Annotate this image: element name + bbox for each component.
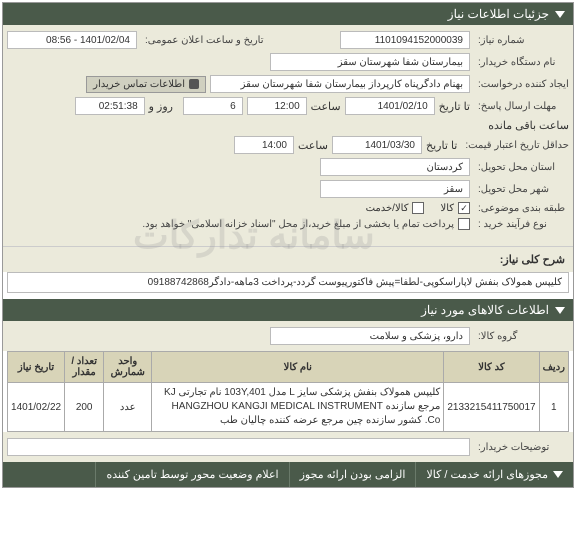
summary-value: کلیپس همولاک بنفش لاپاراسکوپی-لطفا=پیش ف… xyxy=(7,272,569,293)
checkbox-kala-khedmat[interactable]: کالا/خدمت xyxy=(366,202,425,214)
th-name: نام کالا xyxy=(152,352,444,383)
validity-date-label: تا تاریخ xyxy=(426,139,457,152)
checkbox-process[interactable]: پرداخت تمام یا بخشی از مبلغ خرید،از محل … xyxy=(142,218,470,230)
deadline-time-label: ساعت xyxy=(311,100,341,113)
day-label: روز و xyxy=(149,100,179,113)
creator-value: بهنام دادگرپناه کارپرداز بیمارستان شفا ش… xyxy=(210,75,470,93)
announce-value: 1401/02/04 - 08:56 xyxy=(7,31,137,49)
announce-label: تاریخ و ساعت اعلان عمومی: xyxy=(141,35,281,46)
th-qty: تعداد / مقدار xyxy=(65,352,104,383)
day-val: 6 xyxy=(183,97,243,115)
th-date: تاریخ نیاز xyxy=(8,352,65,383)
city-value: سقز xyxy=(320,180,470,198)
summary-label: شرح کلی نیاز: xyxy=(3,246,573,272)
buyer-desc-value xyxy=(7,438,470,456)
validity-time-label: ساعت xyxy=(298,139,328,152)
header-title: جزئیات اطلاعات نیاز xyxy=(448,7,549,21)
th-idx: ردیف xyxy=(539,352,568,383)
triangle-down-icon xyxy=(555,11,565,18)
deadline-time: 12:00 xyxy=(247,97,307,115)
buyer-desc-label: توضیحات خریدار: xyxy=(474,442,569,453)
table-row: 1 2133215411750017 کلیپس همولاک بنفش پزش… xyxy=(8,383,569,432)
process-label: نوع فرآیند خرید : xyxy=(474,219,569,230)
checkbox-icon xyxy=(412,202,424,214)
triangle-down-icon xyxy=(555,307,565,314)
tab-permits[interactable]: مجوزهای ارائه خدمت / کالا xyxy=(415,462,573,487)
th-code: کد کالا xyxy=(444,352,539,383)
footer-tabs: مجوزهای ارائه خدمت / کالا الزامی بودن ار… xyxy=(3,462,573,487)
phone-icon xyxy=(189,79,199,89)
remain-time: 02:51:38 xyxy=(75,97,145,115)
checkbox-icon xyxy=(458,218,470,230)
details-header: جزئیات اطلاعات نیاز xyxy=(3,3,573,25)
validity-time: 14:00 xyxy=(234,136,294,154)
deadline-label: مهلت ارسال پاسخ: xyxy=(474,101,569,112)
remain-label: ساعت باقی مانده xyxy=(488,119,569,132)
creator-label: ایجاد کننده درخواست: xyxy=(474,79,569,90)
province-value: کردستان xyxy=(320,158,470,176)
buyer-label: نام دستگاه خریدار: xyxy=(474,57,569,68)
process-note: پرداخت تمام یا بخشی از مبلغ خرید،از محل … xyxy=(142,219,454,230)
city-label: شهر محل تحویل: xyxy=(474,184,569,195)
buyer-value: بیمارستان شفا شهرستان سقز xyxy=(270,53,470,71)
checkbox-kala[interactable]: ✓ کالا xyxy=(440,202,470,214)
triangle-down-icon xyxy=(553,471,563,478)
group-label: گروه کالا: xyxy=(474,331,569,342)
validity-date: 1401/03/30 xyxy=(332,136,422,154)
tab-required[interactable]: الزامی بودن ارائه مجوز xyxy=(289,462,416,487)
tab-status[interactable]: اعلام وضعیت محور توسط تامین کننده xyxy=(95,462,288,487)
cell-unit: عدد xyxy=(104,383,152,432)
deadline-date: 1401/02/10 xyxy=(345,97,435,115)
th-unit: واحد شمارش xyxy=(104,352,152,383)
deadline-date-label: تا تاریخ xyxy=(439,100,470,113)
checkbox-icon: ✓ xyxy=(458,202,470,214)
items-header: اطلاعات کالاهای مورد نیاز xyxy=(3,299,573,321)
validity-label: حداقل تاریخ اعتبار قیمت: xyxy=(461,140,569,151)
req-no-value: 1101094152000039 xyxy=(340,31,470,49)
cell-code: 2133215411750017 xyxy=(444,383,539,432)
contact-buyer-button[interactable]: اطلاعات تماس خریدار xyxy=(86,76,206,93)
cell-qty: 200 xyxy=(65,383,104,432)
cell-name: کلیپس همولاک بنفش پزشکی سایز L مدل 103Y,… xyxy=(152,383,444,432)
group-value: دارو، پزشکی و سلامت xyxy=(270,327,470,345)
category-label: طبقه بندی موضوعی: xyxy=(474,203,569,214)
form-body: شماره نیاز: 1101094152000039 تاریخ و ساع… xyxy=(3,25,573,246)
cell-idx: 1 xyxy=(539,383,568,432)
req-no-label: شماره نیاز: xyxy=(474,35,569,46)
items-table: ردیف کد کالا نام کالا واحد شمارش تعداد /… xyxy=(7,351,569,432)
province-label: استان محل تحویل: xyxy=(474,162,569,173)
cell-date: 1401/02/22 xyxy=(8,383,65,432)
